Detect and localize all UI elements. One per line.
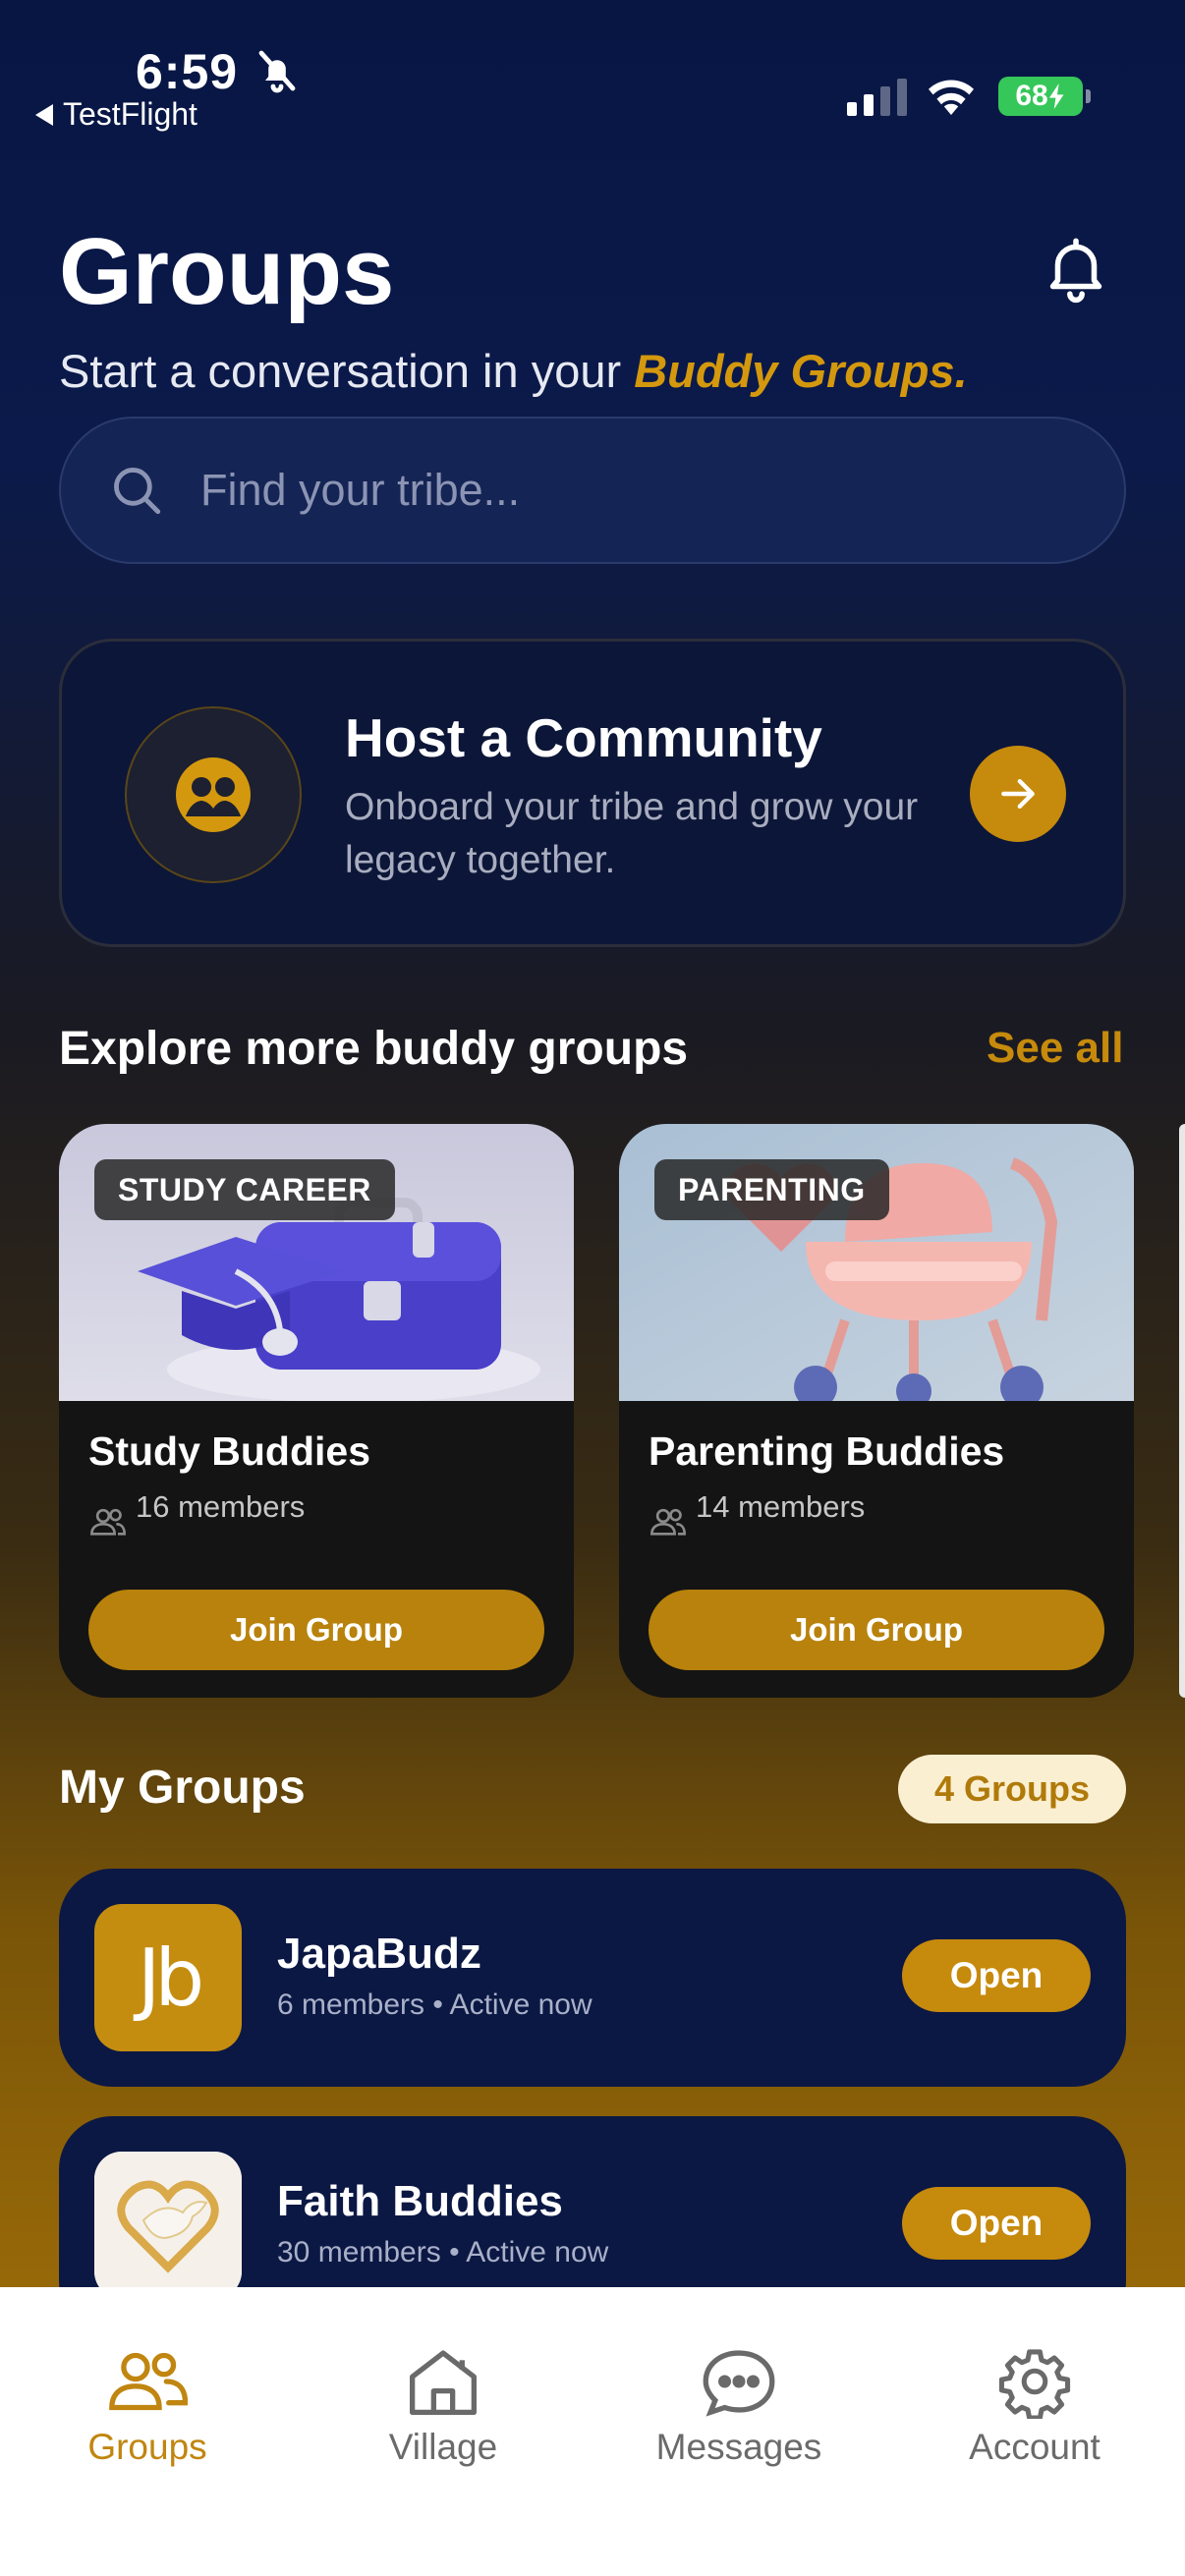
group-card-name: Study Buddies [88, 1428, 371, 1474]
open-group-button[interactable]: Open [902, 1939, 1091, 2012]
tab-messages[interactable]: Messages [621, 2344, 857, 2468]
community-icon [176, 757, 251, 832]
tab-label: Groups [87, 2427, 207, 2467]
join-group-button[interactable]: Join Group [88, 1590, 544, 1670]
chat-bubble-icon [703, 2350, 775, 2417]
tab-label: Account [969, 2427, 1100, 2467]
host-card-title: Host a Community [345, 707, 822, 768]
groups-icon [109, 2352, 188, 2411]
page-title: Groups [59, 219, 395, 324]
category-tag: STUDY CAREER [94, 1159, 395, 1220]
battery-indicator: 68 [998, 77, 1091, 116]
subtitle-highlight: Buddy Groups. [634, 345, 968, 397]
page-subtitle: Start a conversation in your Buddy Group… [59, 344, 968, 398]
avatar-monogram: Jb [137, 1932, 204, 2024]
battery-level: 68 [1015, 80, 1048, 112]
host-icon-container [125, 706, 302, 883]
group-avatar: Jb [94, 1904, 242, 2051]
subtitle-text: Start a conversation in your [59, 345, 635, 397]
bottom-tab-bar: Groups Village Messages Account [0, 2287, 1185, 2576]
bell-muted-icon [258, 50, 296, 93]
group-meta: 6 members • Active now [277, 1988, 592, 2021]
group-name: Faith Buddies [277, 2177, 563, 2225]
category-tag: PARENTING [654, 1159, 889, 1220]
tab-groups[interactable]: Groups [29, 2344, 265, 2468]
group-card-study[interactable]: STUDY CAREER Study Buddies 16 members Jo… [59, 1124, 574, 1698]
tab-label: Village [388, 2427, 498, 2467]
arrow-right-icon [1001, 778, 1035, 810]
tab-village[interactable]: Village [325, 2344, 561, 2468]
join-group-button[interactable]: Join Group [649, 1590, 1104, 1670]
search-placeholder: Find your tribe... [200, 465, 521, 515]
group-card-name: Parenting Buddies [649, 1428, 1005, 1474]
house-icon [409, 2350, 478, 2416]
notifications-bell-icon[interactable] [1040, 232, 1112, 305]
search-input[interactable]: Find your tribe... [59, 417, 1126, 564]
group-name: JapaBudz [277, 1930, 481, 1978]
groups-count-badge: 4 Groups [898, 1755, 1126, 1823]
wifi-icon [929, 80, 974, 115]
group-avatar [94, 2152, 242, 2299]
back-app-label: TestFlight [63, 96, 198, 132]
host-arrow-button[interactable] [970, 746, 1066, 842]
explore-section-title: Explore more buddy groups [59, 1023, 689, 1075]
back-arrow-icon [35, 103, 53, 126]
tab-account[interactable]: Account [917, 2344, 1153, 2468]
host-community-card[interactable]: Host a Community Onboard your tribe and … [59, 639, 1126, 947]
members-icon [89, 1508, 127, 1536]
back-to-testflight[interactable]: TestFlight [35, 96, 198, 133]
gear-icon [998, 2349, 1071, 2419]
open-group-button[interactable]: Open [902, 2187, 1091, 2260]
tab-label: Messages [655, 2427, 822, 2467]
see-all-link[interactable]: See all [987, 1024, 1123, 1073]
group-card-members: 16 members [136, 1489, 306, 1524]
next-card-edge[interactable] [1179, 1124, 1185, 1698]
my-groups-title: My Groups [59, 1762, 306, 1814]
host-card-description: Onboard your tribe and grow your legacy … [345, 786, 919, 881]
group-meta: 30 members • Active now [277, 2236, 609, 2268]
cellular-signal-icon [847, 79, 907, 116]
group-card-members: 14 members [696, 1489, 866, 1524]
group-card-parenting[interactable]: PARENTING Parenting Buddies 14 members J… [619, 1124, 1134, 1698]
charging-bolt-icon [1048, 84, 1064, 109]
my-group-row[interactable]: Jb JapaBudz 6 members • Active now Open [59, 1869, 1126, 2087]
status-time: 6:59 [136, 44, 239, 99]
dove-heart-icon [94, 2152, 242, 2299]
members-icon [649, 1508, 687, 1536]
search-icon [114, 468, 161, 515]
